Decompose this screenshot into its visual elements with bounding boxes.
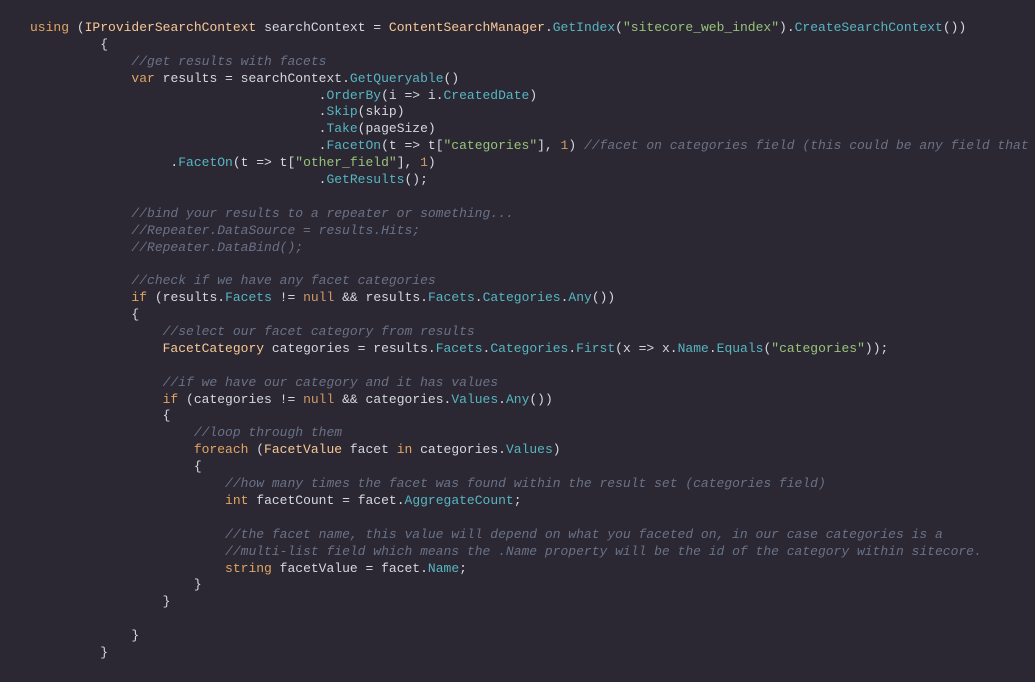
comment-3: //Repeater.DataSource = results.Hits; bbox=[131, 223, 420, 238]
num-1b: 1 bbox=[420, 155, 428, 170]
lambda-t2: t => t bbox=[241, 155, 288, 170]
var-cats2: categories bbox=[194, 392, 272, 407]
method-any2: Any bbox=[506, 392, 529, 407]
var-sc: searchContext bbox=[241, 71, 342, 86]
comment-6: //select our facet category from results bbox=[163, 324, 475, 339]
method-first: First bbox=[576, 341, 615, 356]
string-cats: "categories" bbox=[444, 138, 538, 153]
keyword-using: using bbox=[30, 20, 69, 35]
type-facetcat: FacetCategory bbox=[163, 341, 264, 356]
comment-10: //the facet name, this value will depend… bbox=[225, 527, 943, 542]
prop-facets3: Facets bbox=[436, 341, 483, 356]
prop-values1: Values bbox=[451, 392, 498, 407]
type-facetvalue: FacetValue bbox=[264, 442, 342, 457]
comment-2: //bind your results to a repeater or som… bbox=[131, 206, 513, 221]
var-cats3: categories bbox=[366, 392, 444, 407]
prop-cats1: Categories bbox=[483, 290, 561, 305]
comment-7: //if we have our category and it has val… bbox=[163, 375, 498, 390]
type-int: int bbox=[225, 493, 248, 508]
keyword-in: in bbox=[397, 442, 413, 457]
comment-8: //loop through them bbox=[194, 425, 342, 440]
prop-facets1: Facets bbox=[225, 290, 272, 305]
prop-facets2: Facets bbox=[428, 290, 475, 305]
method-skip: Skip bbox=[326, 104, 357, 119]
method-getresults: GetResults bbox=[326, 172, 404, 187]
comment-9: //how many times the facet was found wit… bbox=[225, 476, 826, 491]
method-orderby: OrderBy bbox=[326, 88, 381, 103]
arg-pagesize: pageSize bbox=[365, 121, 427, 136]
method-take: Take bbox=[326, 121, 357, 136]
var-results2: results bbox=[163, 290, 218, 305]
null-2: null bbox=[303, 392, 334, 407]
lambda-x: x => x bbox=[623, 341, 670, 356]
string-index: "sitecore_web_index" bbox=[623, 20, 779, 35]
comment-5: //check if we have any facet categories bbox=[131, 273, 435, 288]
var-categories: categories bbox=[272, 341, 350, 356]
method-equals: Equals bbox=[717, 341, 764, 356]
prop-name1: Name bbox=[678, 341, 709, 356]
var-facet3: facet bbox=[381, 561, 420, 576]
method-faceton2: FacetOn bbox=[178, 155, 233, 170]
comment-11: //multi-list field which means the .Name… bbox=[225, 544, 982, 559]
prop-cats2: Categories bbox=[490, 341, 568, 356]
prop-name2: Name bbox=[428, 561, 459, 576]
keyword-foreach: foreach bbox=[194, 442, 249, 457]
var-results4: results bbox=[373, 341, 428, 356]
var-facet: facet bbox=[350, 442, 389, 457]
lambda-t1: t => t bbox=[389, 138, 436, 153]
method-getq: GetQueryable bbox=[350, 71, 444, 86]
type-iprovider: IProviderSearchContext bbox=[85, 20, 257, 35]
var-searchcontext: searchContext bbox=[264, 20, 365, 35]
null-1: null bbox=[303, 290, 334, 305]
num-1a: 1 bbox=[561, 138, 569, 153]
string-other: "other_field" bbox=[295, 155, 396, 170]
method-faceton1: FacetOn bbox=[326, 138, 381, 153]
code-block: using (IProviderSearchContext searchCont… bbox=[30, 20, 1005, 662]
lambda-i: i => i bbox=[389, 88, 436, 103]
keyword-var: var bbox=[131, 71, 154, 86]
keyword-if1: if bbox=[131, 290, 147, 305]
var-facet2: facet bbox=[358, 493, 397, 508]
var-cats4: categories bbox=[420, 442, 498, 457]
comment-facet: //facet on categories field (this could … bbox=[584, 138, 1035, 153]
prop-created: CreatedDate bbox=[444, 88, 530, 103]
method-getindex: GetIndex bbox=[553, 20, 615, 35]
type-string: string bbox=[225, 561, 272, 576]
var-results3: results bbox=[366, 290, 421, 305]
var-results: results bbox=[163, 71, 218, 86]
keyword-if2: if bbox=[163, 392, 179, 407]
var-facetcount: facetCount bbox=[256, 493, 334, 508]
class-csm: ContentSearchManager bbox=[389, 20, 545, 35]
arg-skip: skip bbox=[365, 104, 396, 119]
method-any1: Any bbox=[568, 290, 591, 305]
comment-4: //Repeater.DataBind(); bbox=[131, 240, 303, 255]
method-csc: CreateSearchContext bbox=[795, 20, 943, 35]
comment-1: //get results with facets bbox=[131, 54, 326, 69]
prop-aggcount: AggregateCount bbox=[405, 493, 514, 508]
var-facetvalue: facetValue bbox=[280, 561, 358, 576]
string-cats2: "categories" bbox=[771, 341, 865, 356]
prop-values2: Values bbox=[506, 442, 553, 457]
